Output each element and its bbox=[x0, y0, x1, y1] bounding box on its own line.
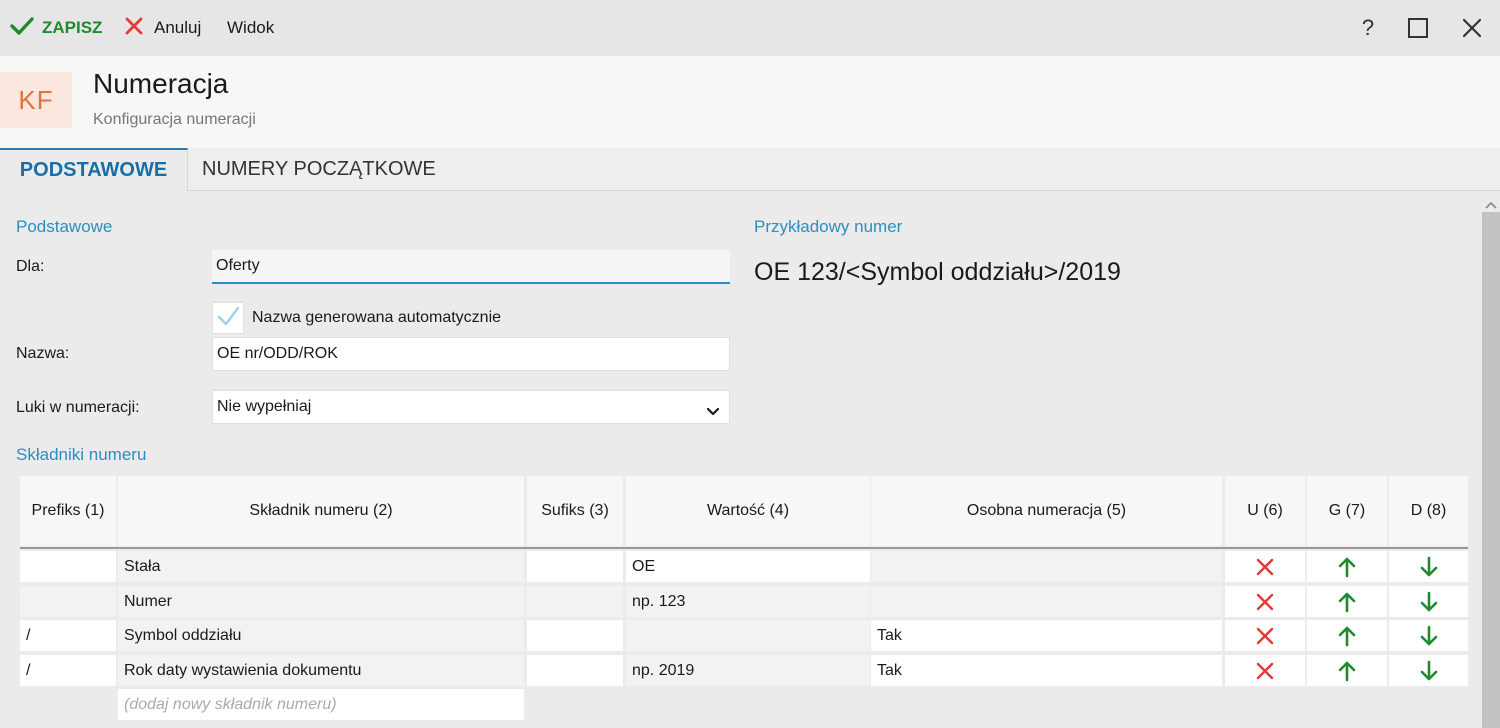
cell-component[interactable]: Symbol oddziału bbox=[118, 620, 524, 651]
close-x-icon bbox=[124, 16, 144, 41]
cell-separate[interactable]: Tak bbox=[871, 620, 1222, 651]
maximize-icon[interactable] bbox=[1404, 14, 1432, 42]
col-header-suffix[interactable]: Sufiks (3) bbox=[527, 476, 623, 546]
col-header-value[interactable]: Wartość (4) bbox=[626, 476, 870, 546]
auto-name-label: Nazwa generowana automatycznie bbox=[252, 309, 502, 326]
cell-suffix[interactable] bbox=[527, 551, 623, 582]
cell-suffix[interactable] bbox=[527, 586, 623, 617]
nazwa-label: Nazwa: bbox=[16, 345, 70, 362]
help-icon[interactable]: ? bbox=[1354, 14, 1382, 42]
save-button[interactable]: ZAPISZ bbox=[10, 16, 102, 40]
dla-input-value: Oferty bbox=[216, 257, 260, 274]
cell-prefix[interactable] bbox=[20, 586, 116, 617]
app-logo: KF bbox=[0, 72, 72, 128]
section-title-example: Przykładowy numer bbox=[754, 217, 903, 236]
view-menu-button[interactable]: Widok bbox=[227, 16, 274, 40]
col-header-u[interactable]: U (6) bbox=[1225, 476, 1305, 546]
save-button-label: ZAPISZ bbox=[42, 18, 103, 37]
cell-separate[interactable] bbox=[871, 586, 1222, 617]
auto-name-checkbox[interactable] bbox=[212, 302, 244, 334]
cell-value[interactable] bbox=[626, 620, 870, 651]
cell-component[interactable]: Numer bbox=[118, 586, 524, 617]
section-title-components: Składniki numeru bbox=[16, 445, 147, 464]
page-subtitle: Konfiguracja numeracji bbox=[93, 111, 256, 128]
arrow-down-icon[interactable] bbox=[1389, 620, 1468, 651]
chevron-down-icon bbox=[706, 403, 720, 421]
col-header-separate[interactable]: Osobna numeracja (5) bbox=[871, 476, 1222, 546]
arrow-up-icon[interactable] bbox=[1307, 586, 1387, 617]
cell-prefix[interactable]: / bbox=[20, 620, 116, 651]
luki-select-value: Nie wypełniaj bbox=[217, 398, 312, 415]
cell-component[interactable]: Stała bbox=[118, 551, 524, 582]
cell-separate[interactable]: Tak bbox=[871, 655, 1222, 686]
tab-podstawowe[interactable]: PODSTAWOWE bbox=[0, 148, 188, 191]
cancel-button-label: Anuluj bbox=[154, 18, 202, 37]
vertical-scrollbar[interactable] bbox=[1482, 192, 1500, 728]
dla-input[interactable]: Oferty bbox=[212, 250, 730, 284]
help-label: ? bbox=[1361, 15, 1375, 40]
cell-value[interactable]: OE bbox=[626, 551, 870, 582]
cell-suffix[interactable] bbox=[527, 655, 623, 686]
scroll-thumb[interactable] bbox=[1482, 212, 1500, 728]
table-header-divider bbox=[20, 547, 1468, 549]
tab-numery-poczatkowe[interactable]: NUMERY POCZĄTKOWE bbox=[202, 148, 436, 191]
delete-icon[interactable] bbox=[1225, 586, 1305, 617]
check-icon bbox=[10, 16, 34, 41]
arrow-up-icon[interactable] bbox=[1307, 620, 1387, 651]
arrow-up-icon[interactable] bbox=[1307, 655, 1387, 686]
page-header: KF Numeracja Konfiguracja numeracji bbox=[0, 56, 1500, 148]
cell-value[interactable]: np. 123 bbox=[626, 586, 870, 617]
arrow-up-icon[interactable] bbox=[1307, 551, 1387, 582]
col-header-component[interactable]: Składnik numeru (2) bbox=[118, 476, 524, 546]
col-header-d[interactable]: D (8) bbox=[1389, 476, 1468, 546]
nazwa-input[interactable]: OE nr/ODD/ROK bbox=[212, 337, 730, 371]
delete-icon[interactable] bbox=[1225, 655, 1305, 686]
cell-separate[interactable] bbox=[871, 551, 1222, 582]
dla-label: Dla: bbox=[16, 258, 45, 275]
view-menu-label: Widok bbox=[227, 18, 275, 37]
col-header-g[interactable]: G (7) bbox=[1307, 476, 1387, 546]
tab-bar: PODSTAWOWE NUMERY POCZĄTKOWE bbox=[0, 148, 1500, 191]
col-header-prefix[interactable]: Prefiks (1) bbox=[20, 476, 116, 546]
add-component-input[interactable]: (dodaj nowy składnik numeru) bbox=[118, 689, 524, 720]
window-close-icon[interactable] bbox=[1458, 14, 1486, 42]
delete-icon[interactable] bbox=[1225, 620, 1305, 651]
luki-select[interactable]: Nie wypełniaj bbox=[212, 390, 730, 424]
cell-prefix[interactable] bbox=[20, 551, 116, 582]
arrow-down-icon[interactable] bbox=[1389, 551, 1468, 582]
delete-icon[interactable] bbox=[1225, 551, 1305, 582]
cell-value[interactable]: np. 2019 bbox=[626, 655, 870, 686]
arrow-down-icon[interactable] bbox=[1389, 655, 1468, 686]
cell-prefix[interactable]: / bbox=[20, 655, 116, 686]
toolbar: ZAPISZ Anuluj Widok ? bbox=[0, 0, 1500, 56]
example-number: OE 123/<Symbol oddziału>/2019 bbox=[754, 258, 1121, 286]
cancel-button[interactable]: Anuluj bbox=[124, 16, 201, 40]
luki-label: Luki w numeracji: bbox=[16, 399, 140, 416]
arrow-down-icon[interactable] bbox=[1389, 586, 1468, 617]
section-title-basic: Podstawowe bbox=[16, 217, 113, 236]
page-title: Numeracja bbox=[93, 68, 229, 99]
nazwa-input-value: OE nr/ODD/ROK bbox=[217, 345, 338, 362]
checkmark-icon bbox=[216, 305, 240, 332]
cell-suffix[interactable] bbox=[527, 620, 623, 651]
cell-component[interactable]: Rok daty wystawienia dokumentu bbox=[118, 655, 524, 686]
